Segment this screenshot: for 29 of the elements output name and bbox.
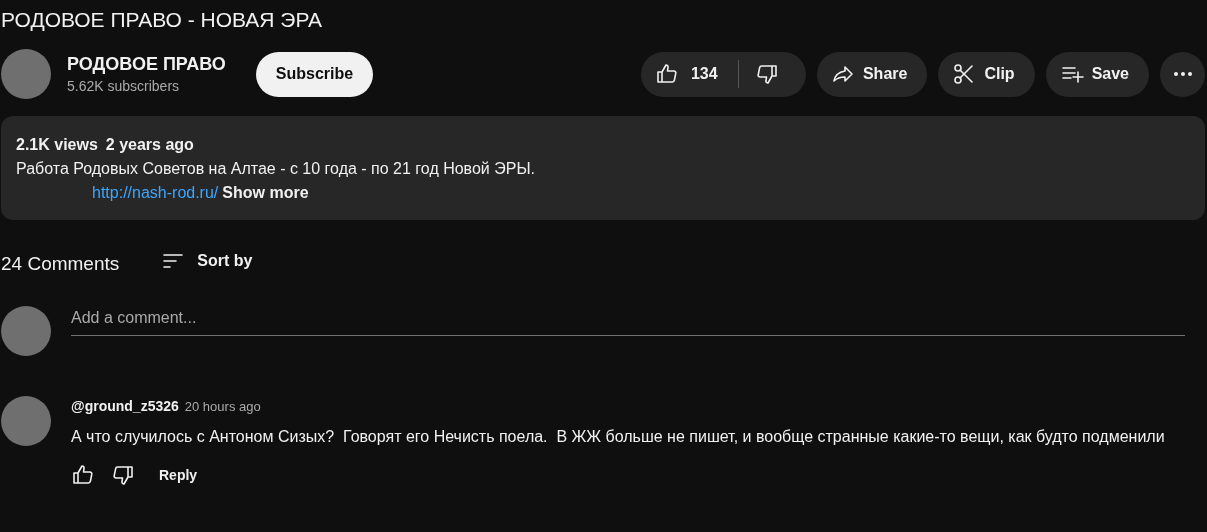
more-button[interactable] [1160,51,1205,97]
comment-input[interactable]: Add a comment... [71,306,1185,330]
share-button[interactable]: Share [816,51,928,97]
description-panel[interactable]: 2.1K views 2 years ago Работа Родовых Советов на Алтае - с 10 года - по 21 год Новой ЭРЫ. http://nash-rod.ru/ Show more [1,116,1205,220]
description-link[interactable]: http://nash-rod.ru/ [92,181,219,205]
thumbs-down-icon [754,62,779,86]
upload-age: 2 years ago [105,135,194,155]
comment-text: А что случилось с Антоном Сизых? Говорят его Нечисть поела. В ЖЖ больше не пишет, и вообще странные какие-то вещи, как будто подменили [71,427,1166,447]
comment-count: 24 Comments [1,251,120,276]
reply-button[interactable]: Reply [159,464,198,486]
save-button[interactable]: Save [1045,51,1149,97]
subscribe-button[interactable]: Subscribe [255,51,374,97]
channel-name[interactable]: РОДОВОЕ ПРАВО [67,52,226,76]
comment-time[interactable]: 20 hours ago [184,397,261,417]
description-text: Работа Родовых Советов на Алтае - с 10 года - по 21 год Новой ЭРЫ. [16,159,536,179]
commenter-avatar[interactable] [1,396,51,446]
thumbs-up-icon [71,463,95,487]
subscriber-count: 5.62K subscribers [67,77,181,96]
view-count: 2.1K views [16,135,98,155]
show-more-link[interactable]: Show more [222,181,309,205]
sort-button[interactable]: Sort by [161,249,253,273]
thumbs-down-icon [111,463,135,487]
channel-avatar[interactable] [1,49,51,99]
clip-button[interactable]: Clip [938,51,1035,97]
video-title: РОДОВОЕ ПРАВО - НОВАЯ ЭРА [0,7,323,33]
user-avatar [1,306,51,356]
comment-author[interactable]: @ground_z5326 [71,396,179,417]
more-icon [1172,71,1193,77]
thumbs-up-icon [654,62,679,86]
